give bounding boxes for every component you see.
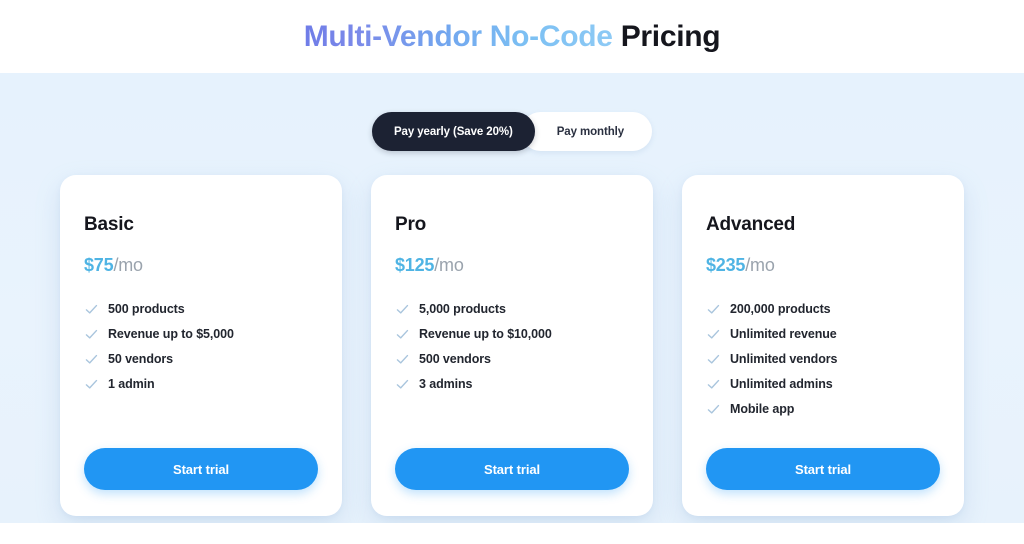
page-title-gradient-text: Multi-Vendor No-Code — [303, 19, 613, 53]
billing-toggle-monthly[interactable]: Pay monthly — [520, 112, 653, 151]
plan-feature-label: Revenue up to $10,000 — [419, 327, 552, 342]
check-icon — [85, 304, 98, 314]
check-icon — [396, 329, 409, 339]
page-title-dark-text: Pricing — [620, 19, 721, 53]
plan-feature-label: 200,000 products — [730, 302, 831, 317]
plan-feature-label: Revenue up to $5,000 — [108, 327, 234, 342]
plan-price-amount: $75 — [84, 255, 114, 275]
plan-feature-label: Unlimited vendors — [730, 352, 838, 367]
check-icon — [85, 354, 98, 364]
plan-cta-wrapper: Start trial — [395, 422, 629, 490]
check-icon — [707, 354, 720, 364]
plan-feature-item: Revenue up to $5,000 — [84, 322, 318, 347]
plan-feature-label: 50 vendors — [108, 352, 174, 367]
plan-feature-label: Unlimited revenue — [730, 327, 837, 342]
plan-feature-list: 5,000 products Revenue up to $10,000 500… — [395, 297, 629, 397]
billing-toggle-row: Pay yearly (Save 20%) Pay monthly — [0, 112, 1024, 151]
start-trial-button[interactable]: Start trial — [395, 448, 629, 490]
check-icon — [396, 354, 409, 364]
plan-feature-item: 1 admin — [84, 372, 318, 397]
plan-feature-label: 1 admin — [108, 377, 155, 392]
plan-feature-list: 500 products Revenue up to $5,000 50 ven… — [84, 297, 318, 397]
billing-toggle-group[interactable]: Pay yearly (Save 20%) Pay monthly — [371, 112, 653, 151]
plan-price: $125/mo — [395, 256, 629, 275]
plan-feature-list: 200,000 products Unlimited revenue Unlim… — [706, 297, 940, 422]
plan-feature-label: 5,000 products — [419, 302, 506, 317]
check-icon — [707, 329, 720, 339]
plan-feature-item: Unlimited admins — [706, 372, 940, 397]
plan-feature-item: 500 products — [84, 297, 318, 322]
plan-name: Pro — [395, 214, 427, 235]
plan-price-period: /mo — [434, 255, 464, 275]
plan-feature-item: 200,000 products — [706, 297, 940, 322]
plan-feature-label: Mobile app — [730, 402, 795, 417]
pricing-card-advanced[interactable]: Advanced $235/mo 200,000 products Unlimi… — [682, 175, 964, 516]
check-icon — [396, 379, 409, 389]
plan-name: Advanced — [706, 214, 796, 235]
footer-strip — [0, 523, 1024, 544]
pricing-card-basic[interactable]: Basic $75/mo 500 products Revenue up to … — [60, 175, 342, 516]
start-trial-button[interactable]: Start trial — [84, 448, 318, 490]
check-icon — [85, 379, 98, 389]
plan-feature-item: Revenue up to $10,000 — [395, 322, 629, 347]
plan-feature-label: 500 products — [108, 302, 185, 317]
check-icon — [707, 304, 720, 314]
start-trial-button[interactable]: Start trial — [706, 448, 940, 490]
plan-feature-item: 3 admins — [395, 372, 629, 397]
plan-price-amount: $125 — [395, 255, 435, 275]
plan-cta-wrapper: Start trial — [706, 422, 940, 490]
plan-price: $235/mo — [706, 256, 940, 275]
pricing-body: Pay yearly (Save 20%) Pay monthly Basic … — [0, 73, 1024, 523]
plan-price-period: /mo — [113, 255, 143, 275]
plan-feature-label: 3 admins — [419, 377, 473, 392]
check-icon — [707, 379, 720, 389]
plan-feature-item: Unlimited revenue — [706, 322, 940, 347]
plan-feature-item: 500 vendors — [395, 347, 629, 372]
plan-price-amount: $235 — [706, 255, 746, 275]
plan-feature-item: 5,000 products — [395, 297, 629, 322]
check-icon — [85, 329, 98, 339]
plan-name: Basic — [84, 214, 134, 235]
page-title: Multi-Vendor No-Code Pricing — [303, 19, 721, 53]
plan-feature-label: Unlimited admins — [730, 377, 833, 392]
plan-price: $75/mo — [84, 256, 318, 275]
page-header: Multi-Vendor No-Code Pricing — [0, 0, 1024, 73]
plan-feature-item: Mobile app — [706, 397, 940, 422]
pricing-card-pro[interactable]: Pro $125/mo 5,000 products Revenue up to… — [371, 175, 653, 516]
check-icon — [707, 404, 720, 414]
check-icon — [396, 304, 409, 314]
plan-feature-label: 500 vendors — [419, 352, 491, 367]
plan-feature-item: Unlimited vendors — [706, 347, 940, 372]
plan-price-period: /mo — [745, 255, 775, 275]
billing-toggle-yearly[interactable]: Pay yearly (Save 20%) — [371, 112, 535, 151]
pricing-page: Multi-Vendor No-Code Pricing Pay yearly … — [0, 0, 1024, 544]
pricing-card-list: Basic $75/mo 500 products Revenue up to … — [60, 175, 964, 516]
plan-cta-wrapper: Start trial — [84, 422, 318, 490]
plan-feature-item: 50 vendors — [84, 347, 318, 372]
